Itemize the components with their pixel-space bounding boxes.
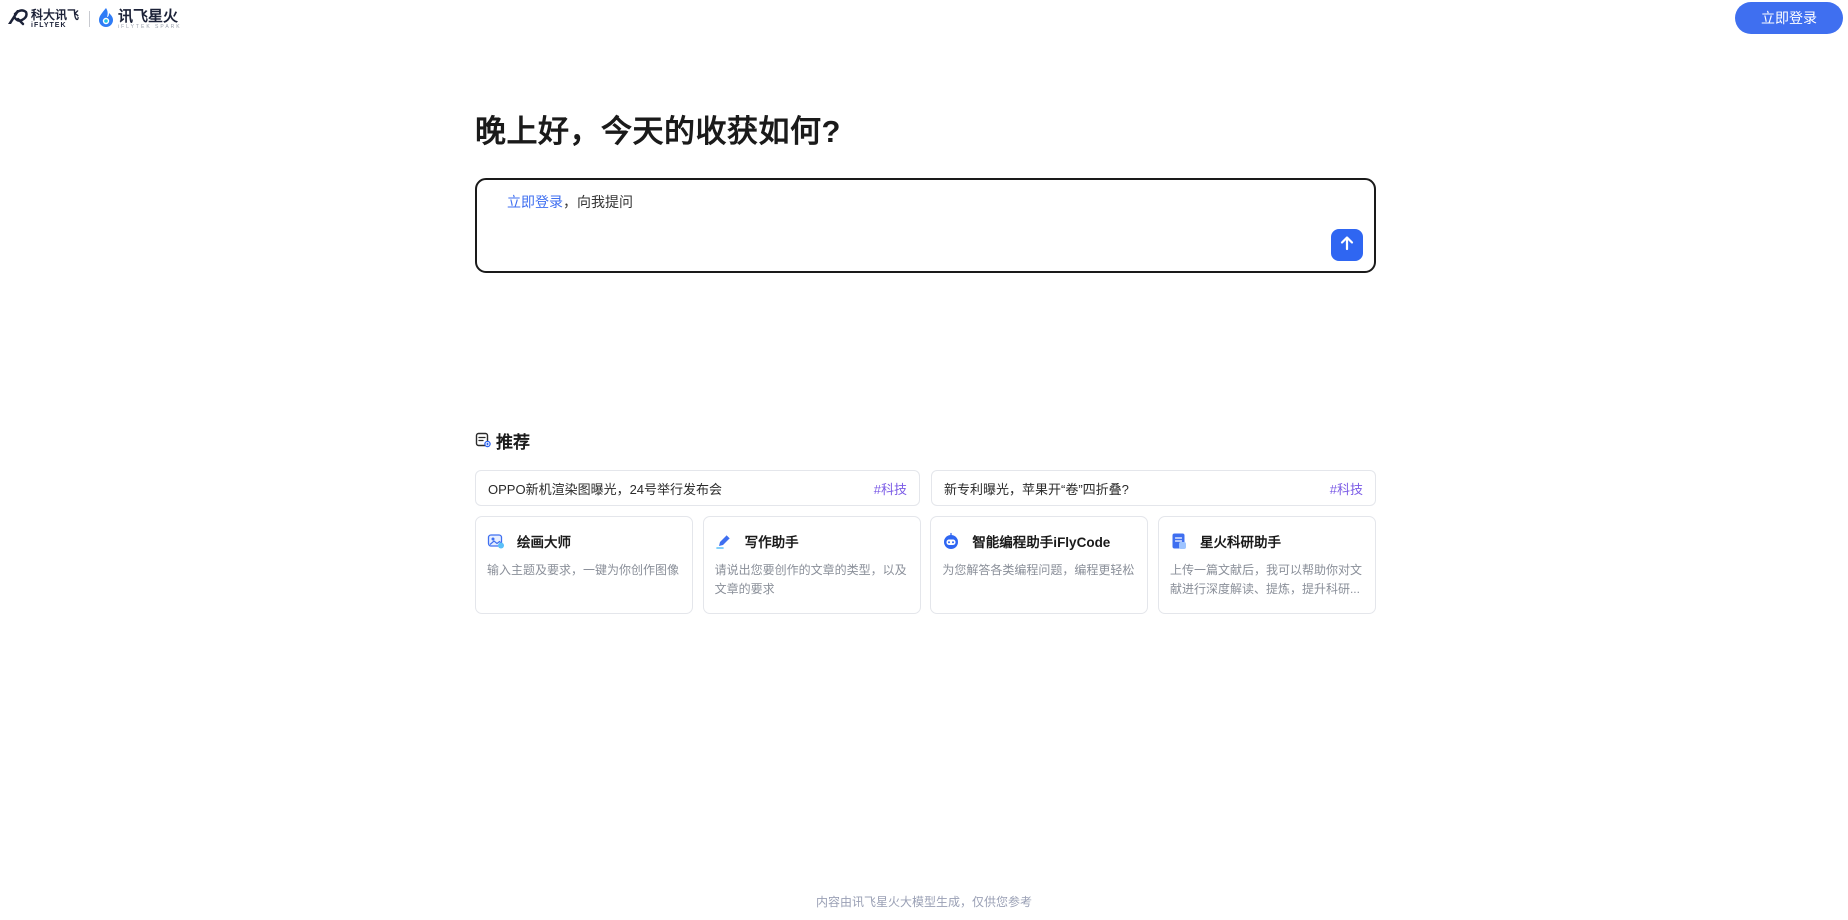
tool-description: 输入主题及要求，一键为你创作图像: [487, 563, 680, 577]
spark-logo: 讯飞星火 iFLYTEK SPARK: [98, 7, 182, 32]
input-placeholder: 立即登录，向我提问: [507, 192, 633, 212]
tool-description: 请说出您要创作的文章的类型，以及文章的要求: [714, 563, 907, 596]
send-button[interactable]: [1331, 229, 1363, 261]
tool-description: 上传一篇文献后，我可以帮助你对文献进行深度解读、提炼，提升科研...: [1169, 563, 1362, 596]
tool-card-coder[interactable]: 智能编程助手iFlyCode 为您解答各类编程问题，编程更轻松: [930, 516, 1149, 614]
tool-description: 为您解答各类编程问题，编程更轻松: [942, 563, 1135, 577]
input-login-link[interactable]: 立即登录: [507, 194, 563, 210]
spark-flame-icon: [98, 7, 114, 32]
login-button[interactable]: 立即登录: [1735, 2, 1843, 34]
top-header: 科大讯飞 iFLYTEK 讯飞星火 iFLYTEK SPARK 立即登录: [0, 0, 1848, 37]
news-tag: #科技: [873, 481, 907, 497]
pen-icon: [715, 532, 733, 550]
footer-disclaimer: 内容由讯飞星火大模型生成，仅供您参考: [815, 895, 1032, 909]
tool-name: 星火科研助手: [1199, 535, 1281, 550]
recommend-icon: [475, 432, 491, 448]
tool-card-painter[interactable]: 绘画大师 输入主题及要求，一键为你创作图像: [475, 516, 693, 614]
iflytek-logo-en: iFLYTEK: [31, 22, 67, 29]
input-prompt-suffix: ，向我提问: [563, 194, 633, 210]
iflytek-mark-icon: [6, 8, 28, 31]
news-text: 新专利曝光，苹果开“卷”四折叠?: [944, 481, 1129, 497]
chat-input-box[interactable]: 立即登录，向我提问: [475, 178, 1376, 273]
paint-icon: [487, 532, 505, 550]
tool-name: 写作助手: [744, 535, 799, 550]
news-tag: #科技: [1329, 481, 1363, 497]
logo-divider: [89, 11, 91, 27]
recommend-header: 推荐: [475, 429, 530, 452]
arrow-up-icon: [1339, 235, 1355, 256]
tool-card-research[interactable]: 星火科研助手 上传一篇文献后，我可以帮助你对文献进行深度解读、提炼，提升科研..…: [1157, 516, 1376, 614]
iflytek-logo-cn: 科大讯飞: [31, 8, 80, 22]
tool-name: 绘画大师: [517, 535, 571, 550]
logo-group[interactable]: 科大讯飞 iFLYTEK 讯飞星火 iFLYTEK SPARK: [6, 7, 182, 32]
document-icon: [1170, 532, 1188, 550]
iflytek-logo: 科大讯飞 iFLYTEK: [6, 8, 79, 31]
robot-icon: [942, 532, 960, 550]
news-card[interactable]: OPPO新机渲染图曝光，24号举行发布会 #科技: [475, 470, 920, 506]
tool-card-writer[interactable]: 写作助手 请说出您要创作的文章的类型，以及文章的要求: [702, 516, 921, 614]
spark-logo-cn: 讯飞星火: [118, 7, 179, 25]
tool-row: 绘画大师 输入主题及要求，一键为你创作图像 写作助手 请说出您要创作的文章的类型…: [475, 516, 1376, 614]
news-card[interactable]: 新专利曝光，苹果开“卷”四折叠? #科技: [931, 470, 1376, 506]
greeting-title: 晚上好，今天的收获如何?: [475, 114, 841, 149]
news-text: OPPO新机渲染图曝光，24号举行发布会: [488, 481, 723, 497]
news-row: OPPO新机渲染图曝光，24号举行发布会 #科技 新专利曝光，苹果开“卷”四折叠…: [475, 470, 1376, 506]
recommend-title: 推荐: [496, 432, 530, 452]
spark-logo-en: iFLYTEK SPARK: [118, 23, 182, 30]
tool-name: 智能编程助手iFlyCode: [972, 535, 1111, 550]
